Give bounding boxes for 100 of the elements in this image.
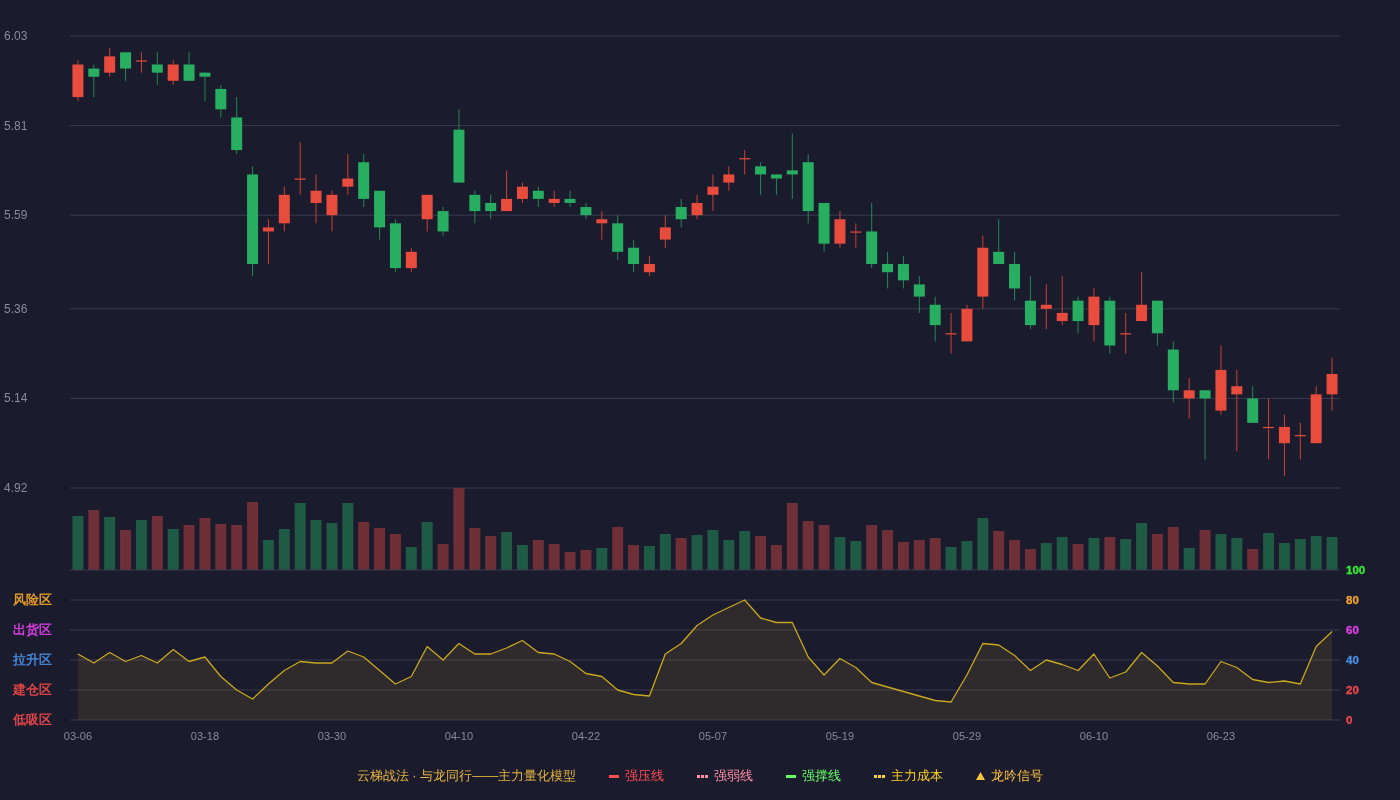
volume-bar xyxy=(818,525,830,570)
legend-item[interactable]: 强撑线 xyxy=(786,767,842,785)
candle xyxy=(1183,377,1195,420)
price-axis-label: 6.03 xyxy=(4,29,28,43)
candle xyxy=(1215,345,1227,416)
candle xyxy=(421,194,433,232)
volume-bar xyxy=(1151,534,1163,570)
candle xyxy=(675,198,687,228)
candle xyxy=(199,72,211,102)
volume-bar xyxy=(374,528,386,570)
legend-item[interactable]: 强弱线 xyxy=(697,767,754,785)
volume-bar xyxy=(1263,533,1275,570)
volume-bar xyxy=(945,547,957,570)
price-axis-label: 4.92 xyxy=(4,481,28,495)
candle xyxy=(389,218,401,273)
zone-label: 拉升区 xyxy=(13,653,52,667)
volume-bar xyxy=(72,516,84,570)
volume-bar xyxy=(834,537,846,570)
volume-bar xyxy=(770,545,782,570)
volume-bar xyxy=(929,538,941,570)
volume-bar xyxy=(993,531,1005,570)
candle xyxy=(1294,422,1306,460)
volume-bar xyxy=(882,530,894,570)
candle xyxy=(1151,300,1163,346)
candle xyxy=(342,153,354,196)
legend-title: 云梯战法 · 与龙同行——主力量化模型 xyxy=(356,767,577,785)
candle xyxy=(72,59,84,102)
candle xyxy=(469,190,481,224)
candle xyxy=(1009,251,1021,302)
volume-bar xyxy=(215,524,227,570)
candle xyxy=(691,194,703,220)
candle xyxy=(1278,414,1290,477)
volume-bar xyxy=(247,502,259,570)
candle xyxy=(167,59,179,86)
date-label: 04-10 xyxy=(444,730,473,742)
zone-label: 风险区 xyxy=(13,593,52,607)
legend-item[interactable]: 强压线 xyxy=(609,767,665,785)
volume-bar xyxy=(485,536,497,570)
value-axis-label: 0 xyxy=(1346,714,1353,726)
candle xyxy=(723,165,735,192)
volume-bar xyxy=(358,522,370,570)
candle xyxy=(374,190,386,241)
candle xyxy=(1072,296,1084,334)
candle xyxy=(755,161,767,196)
volume-bar xyxy=(88,510,100,570)
volume-bar xyxy=(1310,536,1322,570)
volume-bar xyxy=(802,521,814,570)
volume-bar xyxy=(1247,549,1259,570)
volume-bar xyxy=(1040,543,1052,570)
candle xyxy=(993,218,1005,265)
volume-bar xyxy=(532,540,544,570)
volume-bar xyxy=(977,518,989,570)
legend-item[interactable]: 龙吟信号 xyxy=(976,767,1044,785)
volume-bar xyxy=(231,525,243,570)
date-label: 06-10 xyxy=(1079,730,1108,742)
volume-bar xyxy=(643,546,655,570)
volume-bar xyxy=(1104,537,1116,570)
volume-bar xyxy=(850,541,862,570)
candle xyxy=(326,190,338,232)
candle xyxy=(485,194,497,220)
candle xyxy=(1056,275,1068,326)
volume-bar xyxy=(405,547,417,570)
price-axis-label: 5.14 xyxy=(4,391,28,406)
candle xyxy=(501,169,513,212)
volume-bar xyxy=(104,517,116,570)
volume-bar xyxy=(707,530,719,570)
candle xyxy=(770,173,782,196)
volume-bar xyxy=(1088,538,1100,570)
volume-bar xyxy=(913,540,925,570)
volume-bar xyxy=(1326,537,1338,570)
volume-bar xyxy=(596,548,608,570)
candle xyxy=(310,173,322,224)
candle xyxy=(786,133,798,200)
value-axis-label: 100 xyxy=(1346,564,1366,576)
candle xyxy=(1199,389,1211,460)
volume-bar xyxy=(628,545,640,570)
candle xyxy=(548,190,560,208)
volume-bar xyxy=(723,540,735,570)
candle xyxy=(1088,287,1100,342)
volume-bar xyxy=(135,520,147,570)
candle xyxy=(961,304,973,342)
volume-bar xyxy=(1215,534,1227,570)
volume-bar xyxy=(1183,548,1195,570)
candle xyxy=(183,51,195,82)
candle xyxy=(231,96,243,155)
legend-item[interactable]: 主力成本 xyxy=(874,767,944,785)
candle xyxy=(278,186,290,232)
date-label: 03-06 xyxy=(63,730,92,742)
candle xyxy=(516,182,528,204)
volume-bar xyxy=(389,534,401,570)
candle xyxy=(580,202,592,220)
candle xyxy=(929,296,941,342)
candle xyxy=(834,210,846,249)
candle xyxy=(1167,340,1179,403)
candle xyxy=(739,149,751,175)
candle xyxy=(628,239,640,273)
zone-label: 出货区 xyxy=(13,623,52,637)
candle xyxy=(1040,283,1052,330)
candle xyxy=(104,47,116,78)
candle xyxy=(88,64,100,98)
